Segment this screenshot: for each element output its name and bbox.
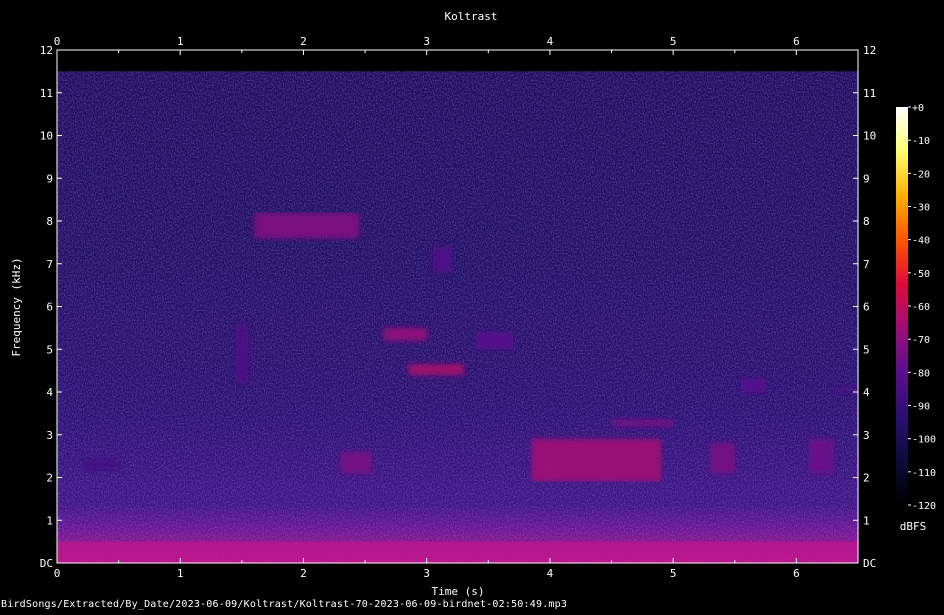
spectral-event (611, 419, 674, 427)
y-tick-label: 4 (46, 386, 53, 399)
spectral-event (833, 387, 858, 392)
x-tick-label: 6 (793, 567, 800, 580)
y-tick-label: 7 (863, 258, 870, 271)
spectral-event (254, 212, 359, 239)
y-tick-label: 9 (863, 172, 870, 185)
dc-band (57, 541, 858, 563)
x-tick-label: 3 (423, 35, 430, 48)
x-tick-label: 2 (300, 567, 307, 580)
y-tick-label: 3 (863, 429, 870, 442)
colorbar-tick-label: -100 (912, 435, 936, 446)
x-tick-label: 5 (670, 35, 677, 48)
chart-title: Koltrast (445, 10, 498, 23)
y-tick-label: 12 (40, 44, 53, 57)
y-tick-label: 1 (46, 514, 53, 527)
x-tick-label: 2 (300, 35, 307, 48)
x-tick-label: 4 (547, 567, 554, 580)
y-tick-label: DC (40, 557, 53, 570)
spectral-event (710, 443, 735, 474)
x-tick-label: 4 (547, 35, 554, 48)
colorbar-tick-label: -60 (912, 302, 930, 313)
x-tick-label: 6 (793, 35, 800, 48)
x-axis-label: Time (s) (432, 585, 485, 598)
spectral-event (81, 460, 119, 469)
spectral-event (340, 451, 372, 474)
colorbar-tick-label: -70 (912, 335, 930, 346)
y-tick-label: 6 (46, 301, 53, 314)
spectral-event (740, 379, 766, 392)
y-tick-label: 10 (863, 130, 876, 143)
colorbar-tick-label: -90 (912, 402, 930, 413)
spectral-event (408, 364, 464, 375)
colorbar-tick-label: -20 (912, 169, 930, 180)
y-tick-label: 10 (40, 130, 53, 143)
y-tick-label: 11 (40, 87, 53, 100)
y-tick-label: 8 (863, 215, 870, 228)
colorbar (896, 107, 908, 505)
file-path-label: BirdSongs/Extracted/By_Date/2023-06-09/K… (1, 599, 568, 610)
y-tick-label: 9 (46, 172, 53, 185)
spectrogram-chart: 00112233445566DC DC1 12 23 34 45 56 67 78 89 910 10… (10, 10, 936, 598)
colorbar-tick-label: -10 (912, 136, 930, 147)
y-tick-label: 12 (863, 44, 876, 57)
spectral-event (808, 439, 834, 474)
y-tick-label: 6 (863, 301, 870, 314)
colorbar-tick-label: -40 (912, 236, 930, 247)
y-tick-label: 8 (46, 215, 53, 228)
colorbar-tick-label: +0 (912, 103, 924, 114)
x-tick-label: 3 (423, 567, 430, 580)
y-tick-label: DC (863, 557, 876, 570)
x-tick-label: 5 (670, 567, 677, 580)
y-tick-label: 5 (46, 343, 53, 356)
colorbar-label: dBFS (900, 520, 927, 533)
colorbar-tick-label: -50 (912, 269, 930, 280)
x-tick-label: 1 (177, 35, 184, 48)
noise-texture (57, 71, 858, 563)
colorbar-tick-label: -120 (912, 501, 936, 512)
y-tick-label: 5 (863, 343, 870, 356)
y-tick-label: 3 (46, 429, 53, 442)
y-tick-label: 2 (46, 472, 53, 485)
y-axis-label: Frequency (kHz) (10, 257, 23, 356)
spectral-event (531, 439, 661, 482)
y-tick-label: 7 (46, 258, 53, 271)
y-tick-label: 2 (863, 472, 870, 485)
spectral-event (235, 323, 249, 384)
x-tick-label: 0 (54, 35, 61, 48)
y-tick-label: 1 (863, 514, 870, 527)
y-tick-label: 4 (863, 386, 870, 399)
x-tick-label: 0 (54, 567, 61, 580)
y-tick-label: 11 (863, 87, 876, 100)
spectral-event (383, 327, 427, 341)
colorbar-tick-label: -80 (912, 368, 930, 379)
spectral-event (432, 246, 452, 273)
x-tick-label: 1 (177, 567, 184, 580)
spectrogram-view: 0 0 1 1 2 2 3 3 4 4 5 5 6 6 DC DC 1 1 2 2 3 3 4 4 5 5 6 6 7 7 8 8 9 9 10 10… (0, 0, 944, 611)
colorbar-tick-label: -110 (912, 468, 936, 479)
colorbar-tick-label: -30 (912, 203, 930, 214)
spectral-event (475, 332, 513, 350)
